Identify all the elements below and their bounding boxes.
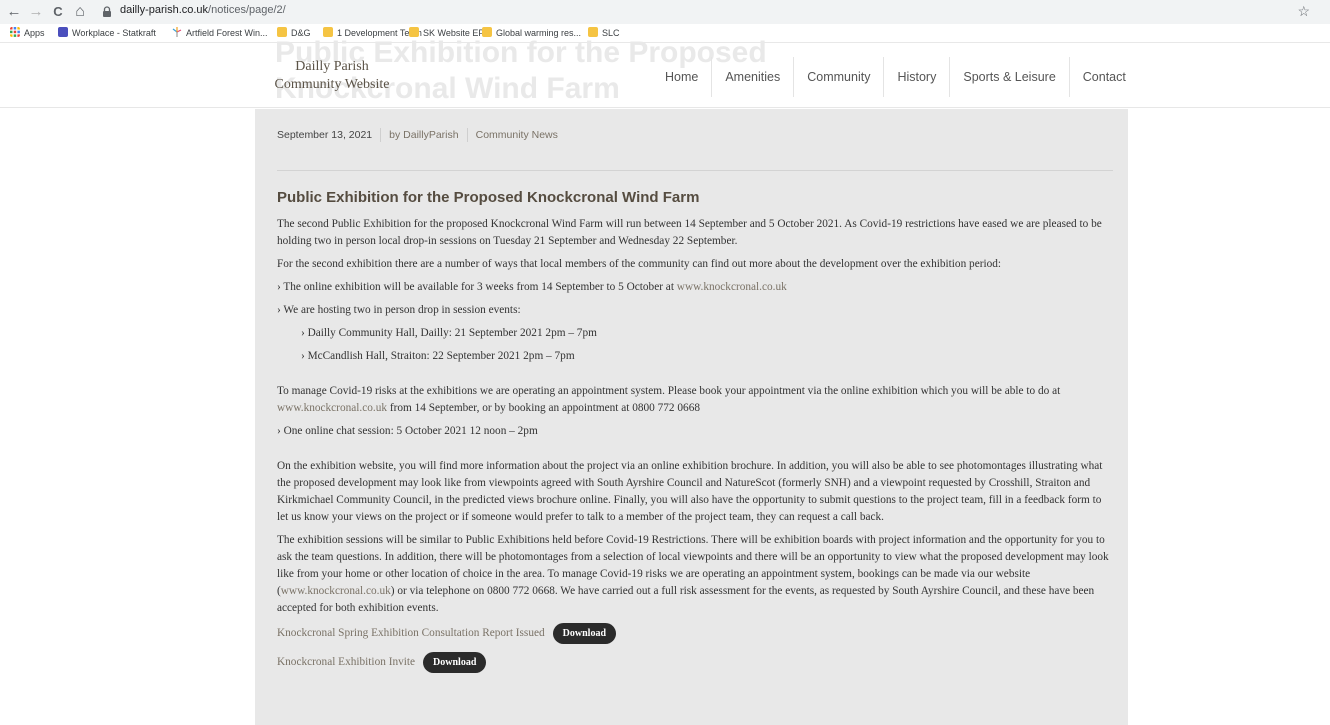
apps-grid-icon: [10, 27, 20, 37]
address-bar[interactable]: dailly-parish.co.uk/notices/page/2/: [96, 2, 1316, 22]
site-logo[interactable]: Dailly Parish Community Website: [262, 58, 402, 94]
lock-icon: [103, 6, 111, 17]
paragraph-ways: For the second exhibition there are a nu…: [277, 258, 1002, 270]
bookmark-label: Artfield Forest Win...: [186, 28, 268, 38]
logo-line-1: Dailly Parish: [295, 59, 369, 74]
reload-icon[interactable]: C: [50, 3, 66, 21]
menu-item-community[interactable]: Community: [794, 57, 885, 97]
menu-item-contact[interactable]: Contact: [1070, 57, 1139, 97]
main-menu: Home Amenities Community History Sports …: [652, 57, 1139, 97]
bullet-text: › The online exhibition will be availabl…: [277, 281, 677, 293]
post-date: September 13, 2021: [277, 129, 373, 141]
paragraph-appointment: To manage Covid-19 risks at the exhibiti…: [277, 383, 1113, 417]
home-icon[interactable]: ⌂: [72, 3, 88, 21]
paragraph-text: from 14 September, or by booking an appo…: [387, 402, 701, 414]
list-item-drop-in: › We are hosting two in person drop in s…: [277, 304, 521, 316]
knockcronal-link[interactable]: www.knockcronal.co.uk: [281, 585, 391, 597]
windfarm-icon: [172, 27, 182, 37]
post-meta: September 13, 2021 by DaillyParish Commu…: [277, 128, 566, 142]
divider: [277, 170, 1113, 171]
post-author[interactable]: by DaillyParish: [380, 128, 466, 142]
paragraph-text: ) or via telephone on 0800 772 0668. We …: [277, 585, 1095, 614]
knockcronal-link[interactable]: www.knockcronal.co.uk: [677, 281, 787, 293]
post-title: Public Exhibition for the Proposed Knock…: [277, 189, 700, 206]
paragraph-intro: The second Public Exhibition for the pro…: [277, 218, 1102, 247]
bookmark-star-icon[interactable]: ☆: [1297, 3, 1310, 20]
menu-item-amenities[interactable]: Amenities: [712, 57, 795, 97]
forward-arrow-icon[interactable]: →: [28, 3, 44, 21]
paragraph-website-info: On the exhibition website, you will find…: [277, 460, 1103, 523]
knockcronal-link[interactable]: www.knockcronal.co.uk: [277, 402, 387, 414]
paragraph-text: To manage Covid-19 risks at the exhibiti…: [277, 385, 1061, 397]
menu-item-history[interactable]: History: [884, 57, 951, 97]
menu-item-home[interactable]: Home: [652, 57, 713, 97]
back-arrow-icon[interactable]: ←: [6, 3, 22, 21]
download-row-report: Knockcronal Spring Exhibition Consultati…: [277, 623, 1113, 644]
download-row-invite: Knockcronal Exhibition Invite Download: [277, 652, 1113, 673]
download-label-invite[interactable]: Knockcronal Exhibition Invite: [277, 654, 415, 671]
bookmark-workplace[interactable]: Workplace - Statkraft: [58, 26, 156, 40]
menu-item-sports-leisure[interactable]: Sports & Leisure: [950, 57, 1070, 97]
url-text: dailly-parish.co.uk/notices/page/2/: [120, 4, 286, 16]
download-label-report[interactable]: Knockcronal Spring Exhibition Consultati…: [277, 625, 545, 642]
list-item-dailly-hall: › Dailly Community Hall, Dailly: 21 Sept…: [301, 327, 597, 339]
bookmark-label: Workplace - Statkraft: [72, 28, 156, 38]
site-header: Public Exhibition for the Proposed Knock…: [0, 36, 1330, 108]
bookmark-apps[interactable]: Apps: [10, 26, 45, 40]
paragraph-sessions: The exhibition sessions will be similar …: [277, 532, 1113, 617]
url-domain: dailly-parish.co.uk: [120, 4, 209, 16]
post-container: September 13, 2021 by DaillyParish Commu…: [255, 109, 1128, 725]
download-report-button[interactable]: Download: [552, 623, 617, 644]
bookmark-label: Apps: [24, 28, 45, 38]
bookmark-artfield[interactable]: Artfield Forest Win...: [172, 26, 268, 40]
post-body: Public Exhibition for the Proposed Knock…: [277, 188, 1113, 681]
workplace-icon: [58, 27, 68, 37]
list-item-online-exhibition: › The online exhibition will be availabl…: [277, 279, 1113, 296]
logo-line-2: Community Website: [274, 77, 390, 92]
list-item-online-chat: › One online chat session: 5 October 202…: [277, 425, 538, 437]
list-item-mccandlish-hall: › McCandlish Hall, Straiton: 22 Septembe…: [301, 350, 575, 362]
post-category[interactable]: Community News: [466, 128, 566, 142]
download-invite-button[interactable]: Download: [423, 652, 487, 673]
browser-toolbar: ← → C ⌂ dailly-parish.co.uk/notices/page…: [0, 0, 1330, 24]
url-path: /notices/page/2/: [208, 4, 286, 16]
